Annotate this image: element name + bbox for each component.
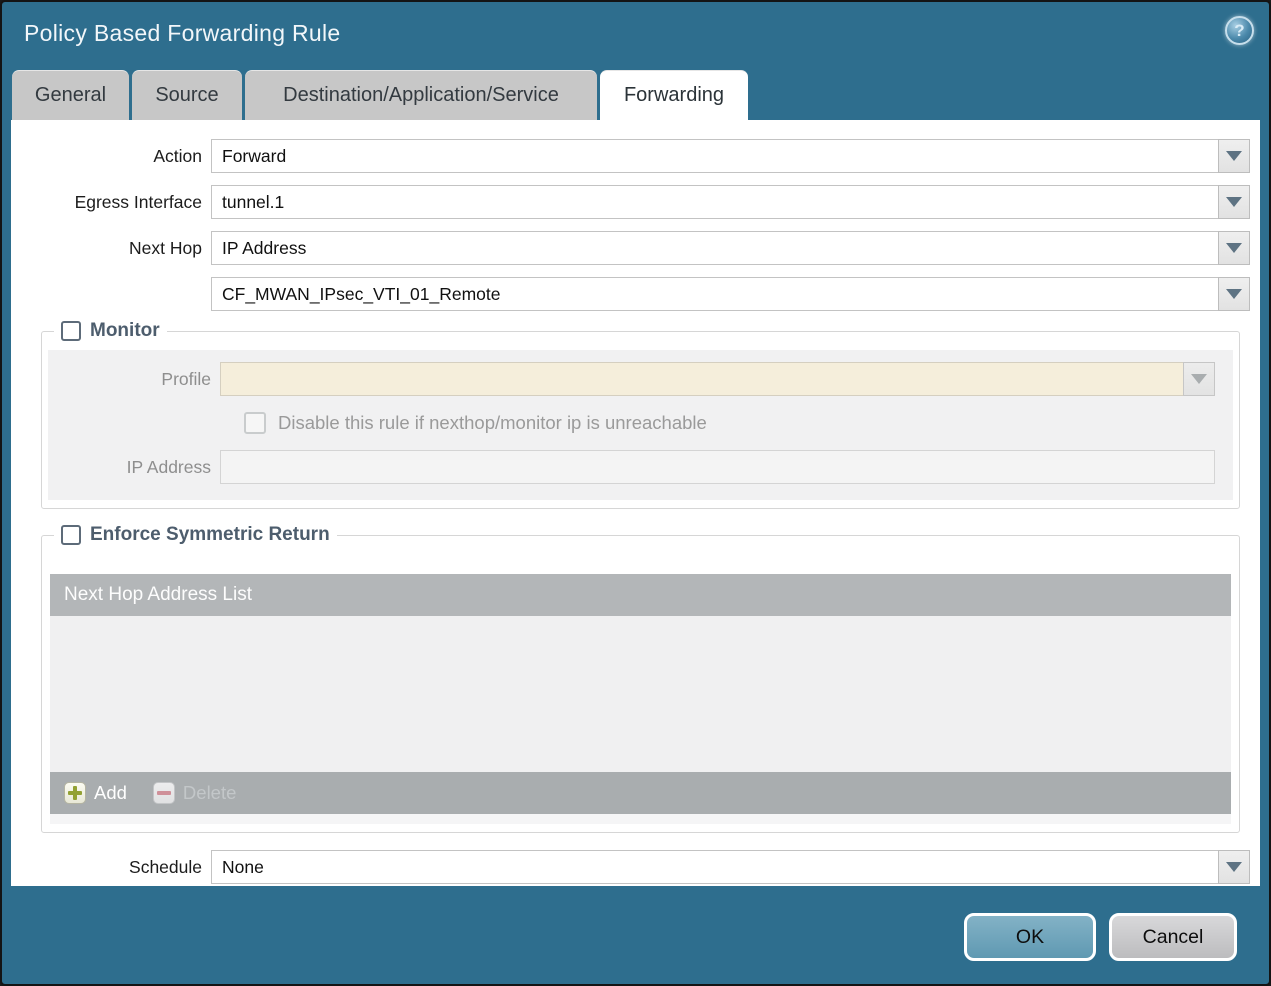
plus-icon bbox=[64, 782, 86, 804]
egress-interface-select[interactable]: tunnel.1 bbox=[211, 185, 1219, 219]
tab-bar: General Source Destination/Application/S… bbox=[2, 64, 1269, 120]
minus-icon bbox=[152, 782, 175, 804]
next-hop-address-list-table: Next Hop Address List Add Delete bbox=[50, 574, 1231, 814]
action-label: Action bbox=[153, 145, 202, 166]
profile-label: Profile bbox=[161, 368, 211, 389]
chevron-down-icon bbox=[1226, 197, 1242, 207]
enforce-symmetric-return-checkbox[interactable] bbox=[61, 525, 81, 545]
monitor-fieldset: Monitor Profile Disable this rule if nex… bbox=[41, 320, 1240, 509]
chevron-down-icon bbox=[1226, 289, 1242, 299]
tab-general[interactable]: General bbox=[12, 70, 129, 120]
next-hop-address-row: CF_MWAN_IPsec_VTI_01_Remote bbox=[11, 277, 1250, 311]
chevron-down-icon bbox=[1226, 862, 1242, 872]
egress-interface-dropdown-button[interactable] bbox=[1218, 185, 1250, 219]
dialog-footer: OK Cancel bbox=[2, 886, 1269, 984]
tab-source[interactable]: Source bbox=[132, 70, 242, 120]
ok-button[interactable]: OK bbox=[964, 913, 1096, 961]
schedule-select[interactable]: None bbox=[211, 850, 1219, 884]
enforce-symmetric-return-fieldset: Enforce Symmetric Return Next Hop Addres… bbox=[41, 524, 1240, 833]
delete-button-label: Delete bbox=[182, 782, 237, 803]
tab-forwarding[interactable]: Forwarding bbox=[600, 70, 748, 120]
enforce-symmetric-return-legend-label: Enforce Symmetric Return bbox=[90, 524, 330, 545]
monitor-legend-label: Monitor bbox=[90, 320, 160, 341]
tab-destination-application-service[interactable]: Destination/Application/Service bbox=[245, 70, 597, 120]
enforce-symmetric-return-legend: Enforce Symmetric Return bbox=[54, 524, 337, 546]
next-hop-address-list-header: Next Hop Address List bbox=[50, 574, 1231, 616]
next-hop-address-list-toolbar: Add Delete bbox=[50, 772, 1231, 814]
cancel-button[interactable]: Cancel bbox=[1109, 913, 1237, 961]
help-icon[interactable]: ? bbox=[1225, 16, 1254, 45]
delete-button: Delete bbox=[152, 782, 237, 804]
monitor-panel: Profile Disable this rule if nexthop/mon… bbox=[48, 350, 1233, 500]
tab-label: General bbox=[34, 84, 107, 106]
action-select[interactable]: Forward bbox=[211, 139, 1219, 173]
next-hop-type-select[interactable]: IP Address bbox=[211, 231, 1219, 265]
disable-rule-row: Disable this rule if nexthop/monitor ip … bbox=[244, 412, 1229, 434]
monitor-ip-address-row: IP Address bbox=[48, 450, 1229, 484]
tab-label: Source bbox=[155, 84, 219, 106]
dialog-titlebar: Policy Based Forwarding Rule ? bbox=[2, 2, 1269, 64]
monitor-checkbox[interactable] bbox=[61, 321, 81, 341]
next-hop-address-select[interactable]: CF_MWAN_IPsec_VTI_01_Remote bbox=[211, 277, 1219, 311]
monitor-ip-address-input bbox=[220, 450, 1215, 484]
next-hop-row: Next Hop IP Address bbox=[11, 231, 1250, 265]
egress-interface-label: Egress Interface bbox=[74, 191, 202, 212]
forwarding-tab-panel: Action Forward Egress Interface tunnel.1… bbox=[11, 120, 1260, 886]
table-bottom-strip bbox=[50, 814, 1231, 824]
next-hop-address-dropdown-button[interactable] bbox=[1218, 277, 1250, 311]
policy-based-forwarding-dialog: Policy Based Forwarding Rule ? General S… bbox=[0, 0, 1271, 986]
add-button-label: Add bbox=[94, 782, 127, 803]
next-hop-address-list-body bbox=[50, 616, 1231, 772]
profile-row: Profile bbox=[48, 362, 1229, 396]
monitor-legend: Monitor bbox=[54, 320, 167, 342]
next-hop-type-dropdown-button[interactable] bbox=[1218, 231, 1250, 265]
dialog-title: Policy Based Forwarding Rule bbox=[24, 19, 341, 46]
profile-dropdown-button bbox=[1183, 362, 1215, 396]
monitor-ip-address-label: IP Address bbox=[126, 456, 211, 477]
help-icon-glyph: ? bbox=[1234, 20, 1245, 40]
tab-label: Forwarding bbox=[623, 84, 725, 106]
schedule-label: Schedule bbox=[129, 856, 202, 877]
egress-interface-row: Egress Interface tunnel.1 bbox=[11, 185, 1250, 219]
chevron-down-icon bbox=[1191, 374, 1207, 384]
action-dropdown-button[interactable] bbox=[1218, 139, 1250, 173]
action-row: Action Forward bbox=[11, 139, 1250, 173]
profile-select bbox=[220, 362, 1184, 396]
chevron-down-icon bbox=[1226, 243, 1242, 253]
disable-rule-checkbox bbox=[244, 412, 266, 434]
tab-label: Destination/Application/Service bbox=[283, 84, 559, 106]
schedule-dropdown-button[interactable] bbox=[1218, 850, 1250, 884]
chevron-down-icon bbox=[1226, 151, 1242, 161]
add-button[interactable]: Add bbox=[64, 782, 127, 804]
schedule-row: Schedule None bbox=[11, 850, 1250, 884]
next-hop-label: Next Hop bbox=[129, 237, 202, 258]
disable-rule-label: Disable this rule if nexthop/monitor ip … bbox=[278, 412, 707, 433]
